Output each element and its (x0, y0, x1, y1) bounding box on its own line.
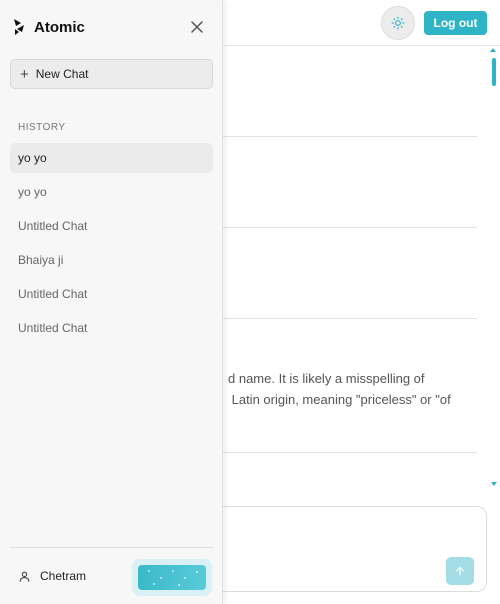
dot (196, 571, 198, 573)
message-divider (222, 452, 477, 453)
dot (172, 570, 174, 572)
dot (160, 577, 162, 579)
message-divider (222, 318, 477, 319)
message-divider (222, 227, 477, 228)
brand[interactable]: Atomic (12, 18, 85, 36)
dot (148, 570, 150, 572)
app-name: Atomic (34, 18, 85, 36)
history-item[interactable]: Bhaiya ji (10, 245, 213, 275)
history-item-label: Untitled Chat (18, 219, 88, 233)
new-chat-label: New Chat (35, 67, 89, 81)
assistant-message: d name. It is likely a misspelling of La… (228, 368, 478, 410)
history-item[interactable]: yo yo (10, 143, 213, 173)
scrollbar-thumb[interactable] (492, 58, 496, 86)
send-button[interactable] (446, 557, 474, 585)
sidebar: Atomic + New Chat HISTORY yo yo yo yo Un… (0, 0, 223, 604)
message-line: Latin origin, meaning "priceless" or "of (228, 392, 451, 407)
user-profile[interactable]: Chetram (18, 569, 86, 583)
history-item[interactable]: Untitled Chat (10, 279, 213, 309)
sun-icon (391, 16, 405, 30)
history-item-label: yo yo (18, 185, 47, 199)
history-item-label: Untitled Chat (18, 321, 88, 335)
user-action-graphic (138, 565, 206, 590)
theme-toggle-button[interactable] (381, 6, 415, 40)
history-item[interactable]: yo yo (10, 177, 213, 207)
close-sidebar-button[interactable] (188, 18, 206, 36)
dot (153, 583, 155, 585)
plus-icon: + (20, 65, 29, 83)
history-item[interactable]: Untitled Chat (10, 313, 213, 343)
new-chat-button[interactable]: + New Chat (10, 59, 213, 89)
scroll-up-arrow[interactable] (490, 48, 496, 52)
close-icon (191, 21, 203, 33)
footer-divider (10, 547, 213, 548)
message-line: d name. It is likely a misspelling of (228, 371, 425, 386)
arrow-up-icon (455, 566, 465, 576)
scroll-down-arrow[interactable] (491, 482, 497, 486)
history-item-label: Untitled Chat (18, 287, 88, 301)
logout-button[interactable]: Log out (424, 11, 487, 35)
user-icon (19, 571, 30, 582)
history-item[interactable]: Untitled Chat (10, 211, 213, 241)
message-divider (222, 136, 477, 137)
user-action-button[interactable] (132, 559, 212, 596)
history-list: yo yo yo yo Untitled Chat Bhaiya ji Unti… (10, 143, 213, 347)
dot (184, 577, 186, 579)
user-name: Chetram (40, 569, 87, 583)
message-input[interactable] (200, 506, 487, 592)
history-heading: HISTORY (18, 122, 66, 133)
atomic-logo-icon (14, 19, 24, 35)
dot (178, 584, 180, 586)
history-item-label: Bhaiya ji (18, 253, 64, 267)
history-item-label: yo yo (18, 151, 47, 165)
